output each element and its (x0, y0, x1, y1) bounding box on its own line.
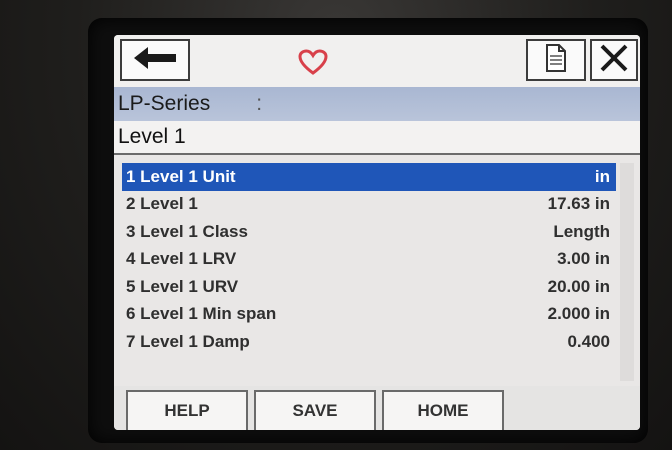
document-button[interactable] (526, 39, 586, 81)
menu-item-label: 4 Level 1 LRV (126, 249, 237, 269)
document-icon (545, 43, 567, 77)
device-separator: : (256, 92, 263, 115)
help-button[interactable]: HELP (126, 390, 248, 430)
menu-list: 1 Level 1 Unit in 2 Level 1 17.63 in 3 L… (122, 163, 616, 356)
menu-item-level-1-urv[interactable]: 5 Level 1 URV 20.00 in (122, 273, 616, 301)
menu-item-value: Length (553, 221, 610, 241)
menu-item-value: 3.00 in (557, 249, 610, 269)
menu-item-level-1-damp[interactable]: 7 Level 1 Damp 0.400 (122, 328, 616, 356)
menu-item-value: 20.00 in (547, 276, 610, 296)
bottom-button-bar: HELP SAVE HOME (114, 386, 640, 430)
back-arrow-icon (132, 45, 178, 76)
menu-item-label: 3 Level 1 Class (126, 221, 248, 241)
menu-item-level-1-lrv[interactable]: 4 Level 1 LRV 3.00 in (122, 246, 616, 274)
close-button[interactable] (590, 39, 638, 81)
back-button[interactable] (120, 39, 190, 81)
menu-item-value: in (594, 166, 610, 186)
menu-item-level-1[interactable]: 2 Level 1 17.63 in (122, 191, 616, 219)
menu-item-label: 5 Level 1 URV (126, 276, 239, 296)
menu-item-level-1-min-span[interactable]: 6 Level 1 Min span 2.000 in (122, 301, 616, 329)
menu-item-label: 2 Level 1 (126, 194, 198, 214)
menu-item-value: 0.400 (567, 331, 610, 351)
menu-item-label: 7 Level 1 Damp (126, 331, 250, 351)
menu-item-label: 1 Level 1 Unit (126, 166, 236, 186)
device-name: LP-Series (118, 92, 211, 115)
menu-item-value: 2.000 in (547, 304, 610, 324)
menu-item-level-1-class[interactable]: 3 Level 1 Class Length (122, 218, 616, 246)
menu-item-label: 6 Level 1 Min span (126, 304, 277, 324)
scrollbar[interactable] (620, 163, 634, 381)
menu-item-level-1-unit[interactable]: 1 Level 1 Unit in (122, 163, 616, 191)
menu-item-value: 17.63 in (547, 194, 610, 214)
save-button[interactable]: SAVE (254, 390, 376, 430)
device-screen: LP-Series : Level 1 1 Level 1 Unit in 2 … (114, 35, 640, 430)
close-icon (599, 43, 629, 78)
home-button[interactable]: HOME (382, 390, 504, 430)
device-name-bar: LP-Series : (114, 87, 640, 121)
top-toolbar (114, 35, 640, 87)
heart-icon (296, 47, 330, 77)
page-title: Level 1 (114, 121, 640, 155)
